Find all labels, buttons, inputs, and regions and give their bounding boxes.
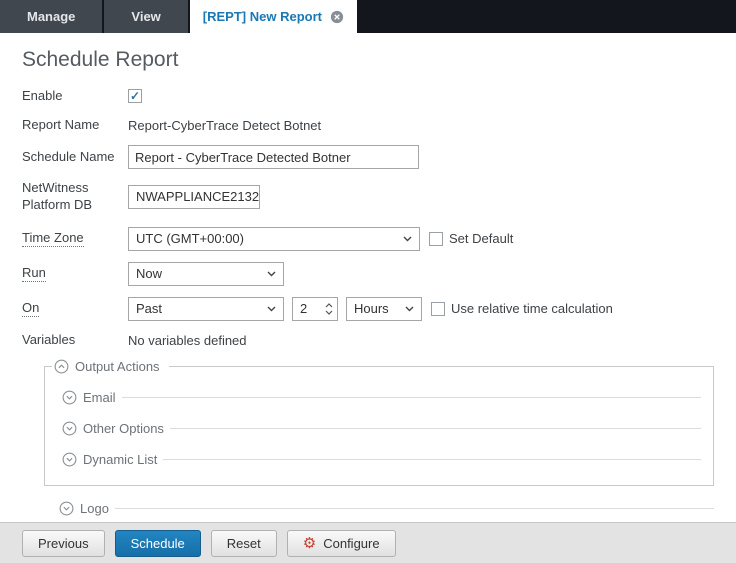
section-other-options[interactable]: Other Options: [62, 421, 701, 436]
chevron-down-icon: [325, 310, 333, 315]
reset-button-label: Reset: [227, 536, 261, 551]
on-row: On Past 2 Hours: [22, 297, 736, 321]
platform-db-value: NWAPPLIANCE21328: [136, 189, 260, 204]
relative-time-label: Use relative time calculation: [451, 301, 613, 316]
output-actions-group: Output Actions Email Other Options: [44, 366, 714, 486]
on-range-value: Past: [136, 301, 162, 316]
variables-row: Variables No variables defined: [22, 332, 736, 350]
divider: [163, 459, 701, 460]
schedule-name-row: Schedule Name: [22, 145, 736, 169]
variables-label: Variables: [22, 332, 128, 349]
set-default-option: Set Default: [429, 231, 513, 246]
configure-button-label: Configure: [323, 536, 379, 551]
close-icon[interactable]: [330, 10, 344, 24]
section-output-actions[interactable]: Output Actions: [52, 359, 169, 374]
chevron-up-circle-icon[interactable]: [54, 359, 69, 374]
section-logo-label: Logo: [80, 501, 109, 516]
chevron-up-icon: [325, 303, 333, 308]
run-label: Run: [22, 265, 46, 282]
tab-new-report-label: [REPT] New Report: [203, 9, 322, 24]
chevron-down-circle-icon[interactable]: [62, 452, 77, 467]
checkmark-icon: ✓: [130, 90, 140, 102]
report-name-row: Report Name Report-CyberTrace Detect Bot…: [22, 116, 736, 134]
previous-button-label: Previous: [38, 536, 89, 551]
tab-view-label: View: [131, 9, 160, 24]
section-dynamic-list[interactable]: Dynamic List: [62, 452, 701, 467]
on-unit-select[interactable]: Hours: [346, 297, 422, 321]
set-default-checkbox[interactable]: [429, 232, 443, 246]
page-title: Schedule Report: [22, 48, 736, 72]
on-label: On: [22, 300, 39, 317]
time-zone-row: Time Zone UTC (GMT+00:00) Set Default: [22, 227, 736, 251]
chevron-down-icon: [403, 236, 412, 242]
stepper-arrows[interactable]: [325, 303, 333, 315]
run-value: Now: [136, 266, 162, 281]
tab-manage[interactable]: Manage: [0, 0, 102, 33]
divider: [115, 508, 714, 509]
enable-checkbox[interactable]: ✓: [128, 89, 142, 103]
enable-row: Enable ✓: [22, 87, 736, 105]
chevron-down-icon: [267, 271, 276, 277]
enable-label: Enable: [22, 88, 128, 105]
report-name-label: Report Name: [22, 117, 128, 134]
chevron-down-circle-icon[interactable]: [59, 501, 74, 516]
tab-manage-label: Manage: [27, 9, 75, 24]
section-email-label: Email: [83, 390, 116, 405]
tab-bar: Manage View [REPT] New Report: [0, 0, 736, 33]
tab-new-report[interactable]: [REPT] New Report: [190, 0, 357, 33]
section-dynamic-list-label: Dynamic List: [83, 452, 157, 467]
on-count-stepper[interactable]: 2: [292, 297, 338, 321]
main-content: Schedule Report Enable ✓ Report Name Rep…: [0, 33, 736, 522]
section-output-actions-label: Output Actions: [75, 359, 160, 374]
set-default-label: Set Default: [449, 231, 513, 246]
chevron-down-circle-icon[interactable]: [62, 421, 77, 436]
schedule-name-label: Schedule Name: [22, 149, 128, 166]
chevron-down-icon: [267, 306, 276, 312]
configure-button[interactable]: ⚙ Configure: [287, 530, 396, 557]
time-zone-label: Time Zone: [22, 230, 84, 247]
variables-value: No variables defined: [128, 333, 247, 348]
schedule-name-input[interactable]: [128, 145, 419, 169]
schedule-button[interactable]: Schedule: [115, 530, 201, 557]
previous-button[interactable]: Previous: [22, 530, 105, 557]
on-range-select[interactable]: Past: [128, 297, 284, 321]
platform-db-row: NetWitness Platform DB NWAPPLIANCE21328: [22, 180, 736, 214]
schedule-button-label: Schedule: [131, 536, 185, 551]
section-email[interactable]: Email: [62, 390, 701, 405]
tab-view[interactable]: View: [104, 0, 187, 33]
time-zone-value: UTC (GMT+00:00): [136, 231, 244, 246]
chevron-down-icon: [405, 306, 414, 312]
platform-db-label: NetWitness Platform DB: [22, 180, 128, 214]
divider: [170, 428, 701, 429]
report-name-value: Report-CyberTrace Detect Botnet: [128, 118, 321, 133]
platform-db-select[interactable]: NWAPPLIANCE21328: [128, 185, 260, 209]
gear-icon: ⚙: [303, 536, 316, 551]
section-other-options-label: Other Options: [83, 421, 164, 436]
reset-button[interactable]: Reset: [211, 530, 277, 557]
footer-toolbar: Previous Schedule Reset ⚙ Configure: [0, 522, 736, 563]
section-logo[interactable]: Logo: [59, 501, 714, 516]
chevron-down-circle-icon[interactable]: [62, 390, 77, 405]
run-row: Run Now: [22, 262, 736, 286]
relative-time-option: Use relative time calculation: [431, 301, 613, 316]
relative-time-checkbox[interactable]: [431, 302, 445, 316]
run-select[interactable]: Now: [128, 262, 284, 286]
divider: [122, 397, 701, 398]
app-window: Manage View [REPT] New Report Schedule R…: [0, 0, 736, 563]
on-unit-value: Hours: [354, 301, 389, 316]
time-zone-select[interactable]: UTC (GMT+00:00): [128, 227, 420, 251]
on-count-value: 2: [300, 301, 307, 316]
